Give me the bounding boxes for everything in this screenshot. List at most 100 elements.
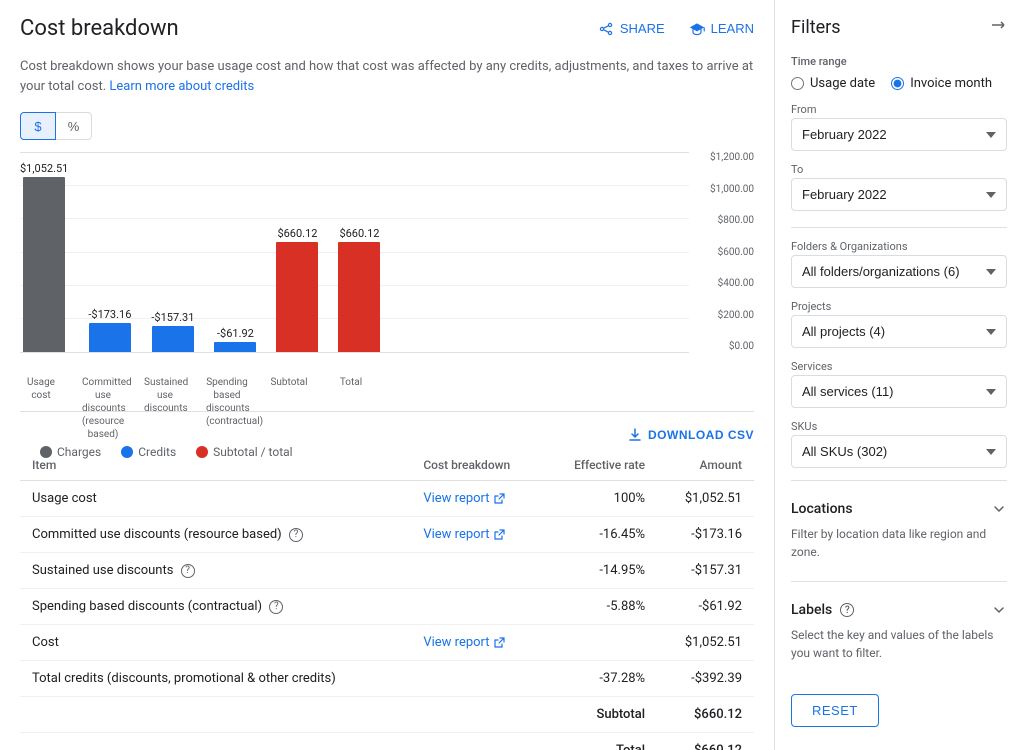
row-item-committed: Committed use discounts (resource based)… — [20, 517, 411, 553]
main-content: Cost breakdown SHARE LEARN — [0, 0, 775, 750]
reset-button[interactable]: RESET — [791, 694, 879, 727]
row-item-spending: Spending based discounts (contractual) ? — [20, 589, 411, 625]
row-cost-usage: View report — [411, 481, 543, 517]
row-amount-committed: -$173.16 — [657, 517, 754, 553]
row-item-total-empty — [20, 733, 411, 750]
learn-button[interactable]: LEARN — [689, 21, 754, 37]
invoice-month-radio[interactable]: Invoice month — [891, 76, 992, 91]
chart-container: $1,052.51 -$173.16 -$157.31 — [20, 152, 754, 412]
folders-label: Folders & Organizations — [791, 240, 1007, 253]
row-amount-subtotal: $660.12 — [657, 697, 754, 733]
row-rate-total-credits: -37.28% — [544, 661, 657, 697]
external-link-icon — [493, 637, 505, 649]
row-cost-total-credits — [411, 661, 543, 697]
labels-header[interactable]: Labels ? — [791, 594, 1007, 626]
folders-select[interactable]: All folders/organizations (6) — [791, 255, 1007, 288]
divider-1 — [791, 227, 1007, 228]
bar-total: $660.12 — [338, 227, 380, 352]
help-icon-committed[interactable]: ? — [289, 528, 303, 542]
view-report-link-cost[interactable]: View report — [423, 635, 504, 650]
bar-committed: -$173.16 — [88, 308, 131, 352]
table-row: Spending based discounts (contractual) ?… — [20, 589, 754, 625]
header-actions: SHARE LEARN — [598, 21, 754, 37]
description: Cost breakdown shows your base usage cos… — [20, 57, 754, 96]
row-rate-spending: -5.88% — [544, 589, 657, 625]
skus-label: SKUs — [791, 420, 1007, 433]
row-item-total-credits: Total credits (discounts, promotional & … — [20, 661, 411, 697]
row-amount-total: $660.12 — [657, 733, 754, 750]
currency-toggle: $ % — [20, 112, 754, 140]
row-cost-sustained — [411, 553, 543, 589]
projects-label: Projects — [791, 300, 1007, 313]
bar-subtotal: $660.12 — [276, 227, 318, 352]
share-icon — [598, 21, 614, 37]
divider-2 — [791, 480, 1007, 481]
row-cost-committed: View report — [411, 517, 543, 553]
page-title: Cost breakdown — [20, 16, 179, 41]
to-select[interactable]: February 2022 — [791, 178, 1007, 211]
x-axis-labels: Usage cost Committed use discounts (reso… — [20, 376, 754, 441]
table-row-total: Total $660.12 — [20, 733, 754, 750]
row-rate-cost — [544, 625, 657, 661]
row-cost-cost: View report — [411, 625, 543, 661]
time-range-radio-group: Usage date Invoice month — [791, 76, 1007, 91]
invoice-month-radio-input[interactable] — [891, 77, 904, 90]
chevron-down-icon-locations — [991, 501, 1007, 517]
help-icon-spending[interactable]: ? — [269, 600, 283, 614]
legend-subtotal-total: Subtotal / total — [196, 445, 292, 459]
share-button[interactable]: SHARE — [598, 21, 665, 37]
view-report-link-committed[interactable]: View report — [423, 527, 504, 542]
table-row: Committed use discounts (resource based)… — [20, 517, 754, 553]
percent-button[interactable]: % — [56, 112, 92, 140]
row-amount-spending: -$61.92 — [657, 589, 754, 625]
time-range-section: Time range Usage date Invoice month From… — [791, 55, 1007, 211]
chart-bars: $1,052.51 -$173.16 -$157.31 — [20, 152, 689, 352]
row-rate-usage: 100% — [544, 481, 657, 517]
projects-select[interactable]: All projects (4) — [791, 315, 1007, 348]
folders-filter: Folders & Organizations All folders/orga… — [791, 240, 1007, 288]
page-header: Cost breakdown SHARE LEARN — [20, 16, 754, 41]
help-icon-labels[interactable]: ? — [840, 603, 854, 617]
to-label: To — [791, 163, 1007, 176]
labels-section: Labels ? Select the key and values of th… — [791, 594, 1007, 670]
skus-filter: SKUs All SKUs (302) — [791, 420, 1007, 468]
legend-charges: Charges — [40, 445, 101, 459]
bar-sustained: -$157.31 — [151, 311, 194, 352]
locations-header[interactable]: Locations — [791, 493, 1007, 525]
bar-spending: -$61.92 — [214, 327, 256, 352]
table-row: Usage cost View report 100% $1,052.51 — [20, 481, 754, 517]
from-select[interactable]: February 2022 — [791, 118, 1007, 151]
close-icon — [989, 16, 1007, 34]
help-icon-sustained[interactable]: ? — [181, 564, 195, 578]
services-select[interactable]: All services (11) — [791, 375, 1007, 408]
view-report-link[interactable]: View report — [423, 491, 504, 506]
close-sidebar-button[interactable] — [989, 16, 1007, 39]
services-filter: Services All services (11) — [791, 360, 1007, 408]
locations-content: Filter by location data like region and … — [791, 525, 1007, 569]
learn-more-link[interactable]: Learn more about credits — [109, 79, 254, 94]
dollar-button[interactable]: $ — [20, 112, 56, 140]
row-cost-total-empty — [411, 733, 543, 750]
row-item-subtotal-empty — [20, 697, 411, 733]
table-row: Sustained use discounts ? -14.95% -$157.… — [20, 553, 754, 589]
row-label-total: Total — [544, 733, 657, 750]
locations-section: Locations Filter by location data like r… — [791, 493, 1007, 569]
sidebar-title: Filters — [791, 16, 1007, 39]
credits-dot — [121, 446, 133, 458]
row-label-subtotal: Subtotal — [544, 697, 657, 733]
projects-filter: Projects All projects (4) — [791, 300, 1007, 348]
from-filter: From February 2022 — [791, 103, 1007, 151]
external-link-icon — [493, 529, 505, 541]
filters-sidebar: Filters Time range Usage date Invoice mo… — [775, 0, 1023, 750]
usage-date-radio[interactable]: Usage date — [791, 76, 875, 91]
row-amount-total-credits: -$392.39 — [657, 661, 754, 697]
usage-date-radio-input[interactable] — [791, 77, 804, 90]
row-cost-spending — [411, 589, 543, 625]
row-cost-subtotal-empty — [411, 697, 543, 733]
charges-dot — [40, 446, 52, 458]
row-item-usage-cost: Usage cost — [20, 481, 411, 517]
services-label: Services — [791, 360, 1007, 373]
bar-usage-cost: $1,052.51 — [20, 162, 68, 352]
external-link-icon — [493, 493, 505, 505]
skus-select[interactable]: All SKUs (302) — [791, 435, 1007, 468]
